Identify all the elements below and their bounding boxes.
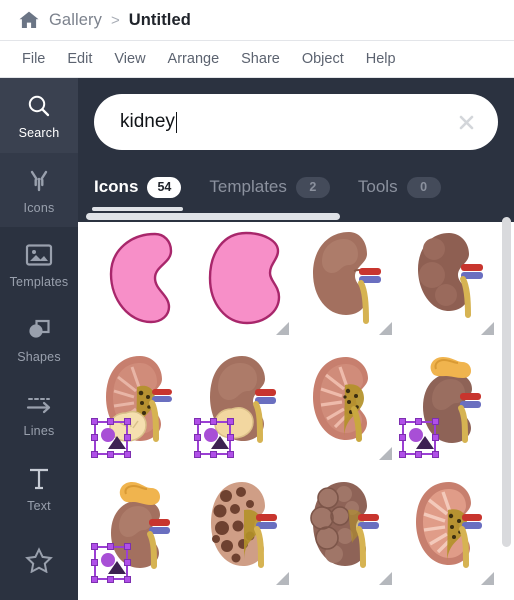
sidebar-item-search[interactable]: Search	[0, 78, 78, 153]
menu-item-arrange[interactable]: Arrange	[157, 47, 231, 71]
icon-result-kidney-anatomical-a[interactable]	[295, 215, 398, 340]
icon-result-kidney-lumpy-diseased[interactable]	[295, 465, 398, 590]
resize-corner-icon[interactable]	[378, 322, 392, 335]
menu-item-object[interactable]: Object	[291, 47, 355, 71]
sidebar-item-lines-label: Lines	[23, 424, 55, 439]
resize-corner-icon[interactable]	[276, 572, 289, 585]
tab-icons-label: Icons	[94, 177, 139, 196]
sidebar-item-shapes[interactable]: Shapes	[0, 302, 78, 377]
menu-item-share[interactable]: Share	[230, 47, 291, 71]
tab-templates[interactable]: Templates 2	[209, 163, 330, 211]
search-input-value-wrap[interactable]: kidney	[94, 111, 446, 133]
icon-result-kidney-polycystic[interactable]	[193, 465, 296, 590]
resize-corner-icon[interactable]	[378, 572, 392, 585]
sidebar: Search Icons Templates Shapes Lines Text	[0, 78, 78, 600]
app-window: Gallery > Untitled File Edit View Arrang…	[0, 0, 514, 600]
antibody-icon	[26, 166, 52, 196]
icon-results-grid	[78, 211, 514, 590]
tab-icons-count: 54	[147, 176, 182, 198]
breadcrumb: Gallery > Untitled	[0, 0, 514, 41]
icon-result-kidney-anatomical-b[interactable]	[398, 215, 501, 340]
sidebar-item-text-label: Text	[27, 498, 51, 513]
search-panel: kidney Icons 54 Templates 2 Tools 0	[78, 78, 514, 600]
resize-corner-icon[interactable]	[276, 322, 289, 335]
selection-handles[interactable]	[398, 418, 439, 458]
menu-item-file[interactable]: File	[11, 47, 56, 71]
star-icon	[25, 545, 53, 575]
tab-tools-count: 0	[406, 176, 441, 198]
sidebar-item-templates-label: Templates	[9, 275, 69, 290]
image-icon	[25, 240, 53, 270]
icon-result-kidney-cross-section-stone[interactable]	[90, 340, 193, 465]
icon-result-kidney-outline-pink-b[interactable]	[193, 215, 296, 340]
menu-item-edit[interactable]: Edit	[56, 47, 103, 71]
close-x-icon[interactable]	[446, 114, 486, 131]
icon-result-kidney-outline-pink-a[interactable]	[90, 215, 193, 340]
breadcrumb-current-document[interactable]: Untitled	[129, 11, 191, 30]
resize-corner-icon[interactable]	[378, 447, 392, 460]
search-input[interactable]: kidney	[94, 94, 498, 150]
results-vertical-scrollbar[interactable]	[502, 217, 511, 547]
home-icon[interactable]	[18, 10, 49, 30]
dashed-arrow-icon	[24, 389, 54, 419]
menu-bar: File Edit View Arrange Share Object Help	[0, 41, 514, 78]
menu-item-view[interactable]: View	[103, 47, 156, 71]
icon-result-kidney-adrenal-gland-a[interactable]	[398, 340, 501, 465]
sidebar-item-lines[interactable]: Lines	[0, 376, 78, 451]
sidebar-item-favorites[interactable]	[0, 525, 78, 600]
breadcrumb-separator: >	[110, 11, 120, 29]
resize-corner-icon[interactable]	[481, 572, 494, 585]
selection-handles[interactable]	[91, 543, 131, 583]
sidebar-item-search-label: Search	[18, 126, 60, 141]
sidebar-item-shapes-label: Shapes	[17, 349, 61, 364]
results-area[interactable]	[78, 211, 514, 600]
icon-result-kidney-cross-section-c[interactable]	[398, 465, 501, 590]
search-row: kidney	[78, 78, 514, 163]
search-input-value: kidney	[120, 111, 175, 132]
resize-corner-icon[interactable]	[481, 322, 494, 335]
sidebar-item-icons-label: Icons	[23, 200, 55, 215]
sidebar-item-text[interactable]: Text	[0, 451, 78, 526]
selection-handles[interactable]	[193, 418, 234, 458]
tab-templates-count: 2	[295, 176, 330, 198]
icon-result-kidney-cross-section[interactable]	[295, 340, 398, 465]
sidebar-item-templates[interactable]: Templates	[0, 227, 78, 302]
workspace: Search Icons Templates Shapes Lines Text…	[0, 78, 514, 600]
selection-handles[interactable]	[91, 418, 131, 458]
tab-templates-label: Templates	[209, 177, 287, 196]
text-caret	[175, 111, 178, 133]
result-tabs: Icons 54 Templates 2 Tools 0	[78, 163, 514, 211]
shapes-icon	[26, 315, 52, 345]
breadcrumb-gallery-link[interactable]: Gallery	[49, 11, 102, 30]
text-t-icon	[27, 464, 51, 494]
sidebar-item-icons[interactable]: Icons	[0, 152, 78, 228]
magnifier-icon	[26, 91, 52, 121]
tab-icons[interactable]: Icons 54	[91, 163, 184, 211]
icon-result-kidney-with-tumor[interactable]	[193, 340, 296, 465]
icon-result-kidney-adrenal-gland-b[interactable]	[90, 465, 193, 590]
tab-tools-label: Tools	[357, 177, 398, 196]
tab-tools[interactable]: Tools 0	[358, 163, 441, 211]
menu-item-help[interactable]: Help	[355, 47, 407, 71]
